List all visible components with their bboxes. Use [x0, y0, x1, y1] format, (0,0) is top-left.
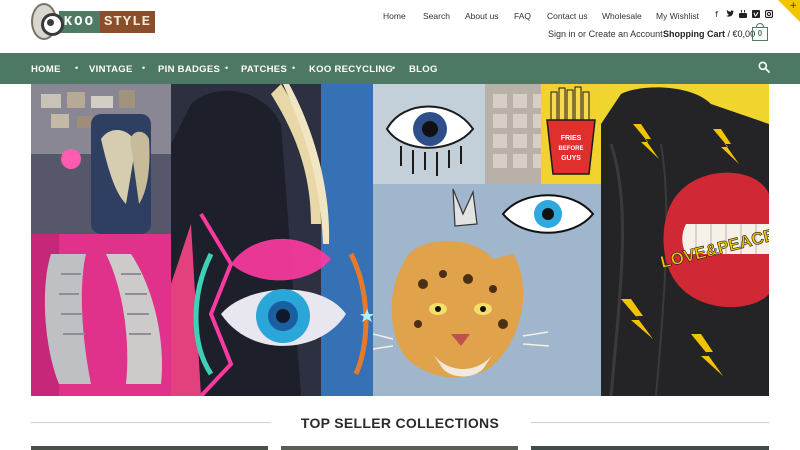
cart-bag-icon[interactable]: 0 — [752, 23, 768, 41]
main-nav: HOME • VINTAGE • PIN BADGES • PATCHES • … — [0, 53, 800, 84]
search-icon[interactable] — [758, 61, 770, 73]
logo-text-koo: KOO — [58, 10, 100, 33]
top-link-about[interactable]: About us — [465, 11, 499, 21]
shopping-cart-link[interactable]: Shopping Cart / €0,00 — [663, 29, 755, 39]
section-title: TOP SELLER COLLECTIONS — [300, 415, 500, 431]
top-link-wishlist[interactable]: My Wishlist — [656, 11, 699, 21]
cart-separator: / — [727, 29, 731, 39]
logo-text-style: STYLE — [99, 10, 155, 33]
collection-card[interactable] — [281, 446, 518, 450]
nav-item-koo-recycling[interactable]: KOO RECYCLING — [309, 64, 393, 75]
top-link-home[interactable]: Home — [383, 11, 406, 21]
site-header: KOO STYLE Home Search About us FAQ Conta… — [0, 0, 800, 52]
hero-panel-eye-hoodie — [171, 84, 373, 396]
hero-banner[interactable]: FRIES BEFORE GUYS LOVE&PEACE — [31, 84, 769, 396]
facebook-icon[interactable]: f — [712, 10, 721, 20]
account-or: or — [578, 29, 587, 39]
youtube-icon[interactable] — [738, 10, 747, 20]
top-seller-section: TOP SELLER COLLECTIONS — [31, 413, 769, 433]
collection-card[interactable] — [531, 446, 769, 450]
nav-item-patches[interactable]: PATCHES — [241, 64, 287, 75]
sign-in-link[interactable]: Sign in — [548, 29, 576, 39]
logo-badge-icon — [31, 3, 64, 40]
hero-panel-wings-jacket — [31, 84, 171, 396]
nav-separator: • — [225, 63, 229, 73]
nav-separator: • — [392, 63, 396, 73]
nav-item-vintage[interactable]: VINTAGE — [89, 64, 133, 75]
logo[interactable]: KOO STYLE — [31, 3, 155, 40]
nav-separator: • — [292, 63, 296, 73]
nav-item-pin-badges[interactable]: PIN BADGES — [158, 64, 220, 75]
vimeo-icon[interactable] — [751, 10, 760, 20]
cart-label: Shopping Cart — [663, 29, 725, 39]
logo-wordmark: KOO STYLE — [58, 10, 155, 33]
hero-panel-fries-patch: FRIES BEFORE GUYS — [541, 84, 601, 184]
create-account-link[interactable]: Create an Account — [589, 29, 663, 39]
hero-panel-leather-jacket: LOVE&PEACE — [601, 84, 769, 396]
nav-separator: • — [142, 63, 146, 73]
top-link-faq[interactable]: FAQ — [514, 11, 531, 21]
social-icons: f — [712, 9, 773, 20]
cart-count: 0 — [757, 29, 763, 38]
collection-card[interactable] — [31, 446, 268, 450]
top-link-search[interactable]: Search — [423, 11, 450, 21]
fries-patch-line3: GUYS — [561, 155, 581, 162]
nav-item-blog[interactable]: BLOG — [409, 64, 438, 75]
instagram-icon[interactable] — [764, 9, 773, 20]
fries-patch-line1: FRIES — [561, 135, 582, 142]
account-links: Sign in or Create an Account — [548, 29, 663, 39]
top-link-contact[interactable]: Contact us — [547, 11, 588, 21]
top-link-wholesale[interactable]: Wholesale — [602, 11, 642, 21]
nav-item-home[interactable]: HOME — [31, 64, 61, 75]
fries-patch-line2: BEFORE — [558, 146, 583, 152]
twitter-icon[interactable] — [725, 10, 734, 20]
nav-separator: • — [75, 63, 79, 73]
